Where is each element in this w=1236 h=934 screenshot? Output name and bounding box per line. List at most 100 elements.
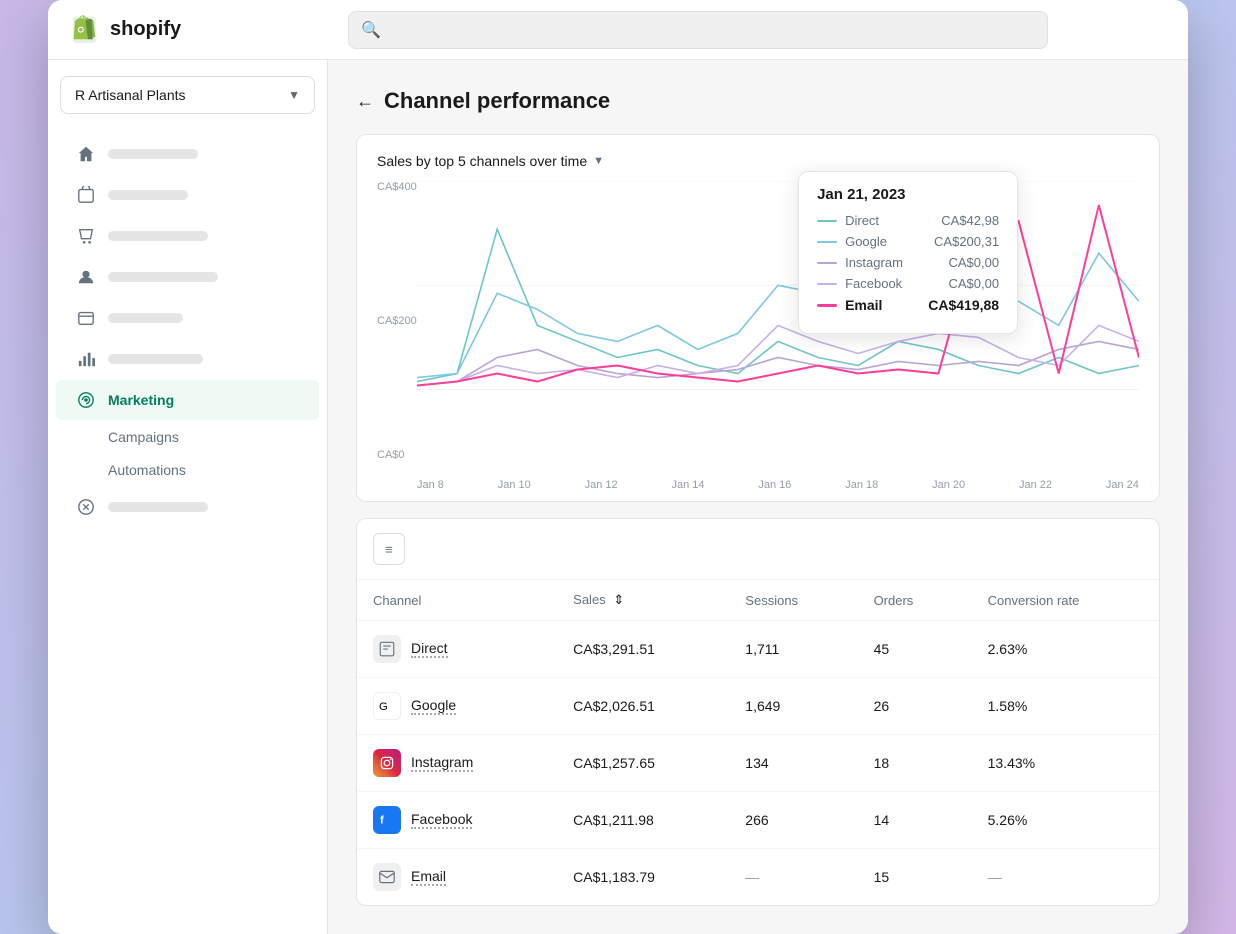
orders-icon bbox=[76, 185, 96, 205]
sidebar-item-orders[interactable] bbox=[56, 175, 319, 215]
tooltip-direct-label: Direct bbox=[845, 213, 879, 228]
sidebar-item-home-label bbox=[108, 149, 198, 159]
logo-area: shopify bbox=[68, 13, 348, 47]
sidebar-sub-item-automations[interactable]: Automations bbox=[108, 454, 319, 486]
y-axis: CA$400 CA$200 CA$0 bbox=[377, 181, 417, 461]
channel-name-facebook: Facebook bbox=[411, 811, 472, 829]
sales-facebook: CA$1,211.98 bbox=[557, 792, 729, 849]
conversion-instagram: 13.43% bbox=[972, 735, 1159, 792]
y-label-200: CA$200 bbox=[377, 315, 417, 327]
line-chart-svg bbox=[417, 181, 1139, 390]
marketing-icon bbox=[76, 390, 96, 410]
sidebar-item-products[interactable] bbox=[56, 216, 319, 256]
sidebar-item-marketing[interactable]: Marketing bbox=[56, 380, 319, 420]
sidebar: R Artisanal Plants ▼ bbox=[48, 60, 328, 934]
back-button[interactable]: ← bbox=[356, 91, 374, 112]
orders-google: 26 bbox=[858, 678, 972, 735]
discounts-icon bbox=[76, 497, 96, 517]
sidebar-item-analytics-label bbox=[108, 354, 203, 364]
col-orders: Orders _ bbox=[858, 580, 972, 621]
y-label-0: CA$0 bbox=[377, 449, 417, 461]
tooltip-email-value: CA$419,88 bbox=[928, 297, 999, 313]
col-sessions: Sessions bbox=[729, 580, 857, 621]
channel-cell-direct: Direct bbox=[357, 621, 557, 678]
chart-tooltip: Jan 21, 2023 Direct CA$42,98 Googl bbox=[798, 171, 1018, 334]
tooltip-facebook-line bbox=[817, 283, 837, 285]
tooltip-direct-line bbox=[817, 220, 837, 222]
sessions-direct: 1,711 bbox=[729, 621, 857, 678]
sales-sort-icon: ⇕ bbox=[613, 592, 624, 608]
customers-icon bbox=[76, 267, 96, 287]
channel-cell-google: G Google bbox=[357, 678, 557, 735]
instagram-icon bbox=[373, 749, 401, 777]
header: shopify 🔍 bbox=[48, 0, 1188, 60]
sidebar-item-finances-label bbox=[108, 313, 183, 323]
filter-icon: ≡ bbox=[385, 542, 393, 557]
chevron-down-icon: ▼ bbox=[288, 88, 300, 102]
col-conversion: Conversion rate bbox=[972, 580, 1159, 621]
products-icon bbox=[76, 226, 96, 246]
x-label-jan10: Jan 10 bbox=[498, 479, 531, 491]
sidebar-item-analytics[interactable] bbox=[56, 339, 319, 379]
tooltip-row-email: Email CA$419,88 bbox=[817, 297, 999, 313]
filter-button[interactable]: ≡ bbox=[373, 533, 405, 565]
search-bar[interactable]: 🔍 bbox=[348, 11, 1048, 49]
sidebar-sub-item-campaigns[interactable]: Campaigns bbox=[108, 421, 319, 453]
sidebar-item-customers-label bbox=[108, 272, 218, 282]
sidebar-item-products-label bbox=[108, 231, 208, 241]
chart-title: Sales by top 5 channels over time bbox=[377, 153, 587, 169]
page-title: Channel performance bbox=[384, 88, 610, 114]
sessions-instagram: 134 bbox=[729, 735, 857, 792]
table-card: ≡ Channel Sales ⇕ bbox=[356, 518, 1160, 906]
tooltip-email-line bbox=[817, 304, 837, 307]
sidebar-item-customers[interactable] bbox=[56, 257, 319, 297]
tooltip-google-line bbox=[817, 241, 837, 243]
conversion-google: 1.58% bbox=[972, 678, 1159, 735]
sales-direct: CA$3,291.51 bbox=[557, 621, 729, 678]
tooltip-facebook-label: Facebook bbox=[845, 276, 902, 291]
table-toolbar: ≡ bbox=[357, 519, 1159, 580]
sidebar-item-discounts[interactable] bbox=[56, 487, 319, 527]
tooltip-instagram-line bbox=[817, 262, 837, 264]
search-icon: 🔍 bbox=[361, 20, 381, 40]
table-row: G Google CA$2,026.51 1,649 26 1.58% bbox=[357, 678, 1159, 735]
conversion-direct: 2.63% bbox=[972, 621, 1159, 678]
channel-cell-facebook: f Facebook bbox=[357, 792, 557, 849]
store-name: R Artisanal Plants bbox=[75, 87, 186, 103]
home-icon bbox=[76, 144, 96, 164]
orders-email: 15 bbox=[858, 849, 972, 906]
finances-icon bbox=[76, 308, 96, 328]
svg-text:G: G bbox=[379, 701, 388, 713]
tooltip-facebook-value: CA$0,00 bbox=[949, 276, 1000, 291]
conversion-email: — bbox=[972, 849, 1159, 906]
tooltip-date: Jan 21, 2023 bbox=[817, 186, 999, 203]
table-row: Email CA$1,183.79 — 15 — bbox=[357, 849, 1159, 906]
col-channel: Channel bbox=[357, 580, 557, 621]
body: R Artisanal Plants ▼ bbox=[48, 60, 1188, 934]
analytics-icon bbox=[76, 349, 96, 369]
store-selector[interactable]: R Artisanal Plants ▼ bbox=[60, 76, 315, 114]
channel-cell-email: Email bbox=[357, 849, 557, 906]
sessions-email: — bbox=[729, 849, 857, 906]
sidebar-item-marketing-label: Marketing bbox=[108, 392, 174, 408]
logo-text: shopify bbox=[110, 18, 181, 41]
google-icon: G bbox=[373, 692, 401, 720]
channel-name-instagram: Instagram bbox=[411, 754, 473, 772]
sessions-facebook: 266 bbox=[729, 792, 857, 849]
channel-name-google: Google bbox=[411, 697, 456, 715]
chart-header: Sales by top 5 channels over time ▼ bbox=[357, 135, 1159, 181]
x-label-jan14: Jan 14 bbox=[672, 479, 705, 491]
x-label-jan24: Jan 24 bbox=[1106, 479, 1139, 491]
sessions-google: 1,649 bbox=[729, 678, 857, 735]
chart-dropdown-arrow[interactable]: ▼ bbox=[593, 155, 604, 167]
sub-nav: Campaigns Automations bbox=[48, 421, 327, 486]
x-label-jan20: Jan 20 bbox=[932, 479, 965, 491]
sidebar-item-home[interactable] bbox=[56, 134, 319, 174]
sidebar-item-finances[interactable] bbox=[56, 298, 319, 338]
sales-google: CA$2,026.51 bbox=[557, 678, 729, 735]
shopify-logo-icon bbox=[68, 13, 102, 47]
tooltip-row-facebook: Facebook CA$0,00 bbox=[817, 276, 999, 291]
col-sales[interactable]: Sales ⇕ bbox=[557, 580, 729, 621]
sidebar-item-discounts-label bbox=[108, 502, 208, 512]
y-label-400: CA$400 bbox=[377, 181, 417, 193]
